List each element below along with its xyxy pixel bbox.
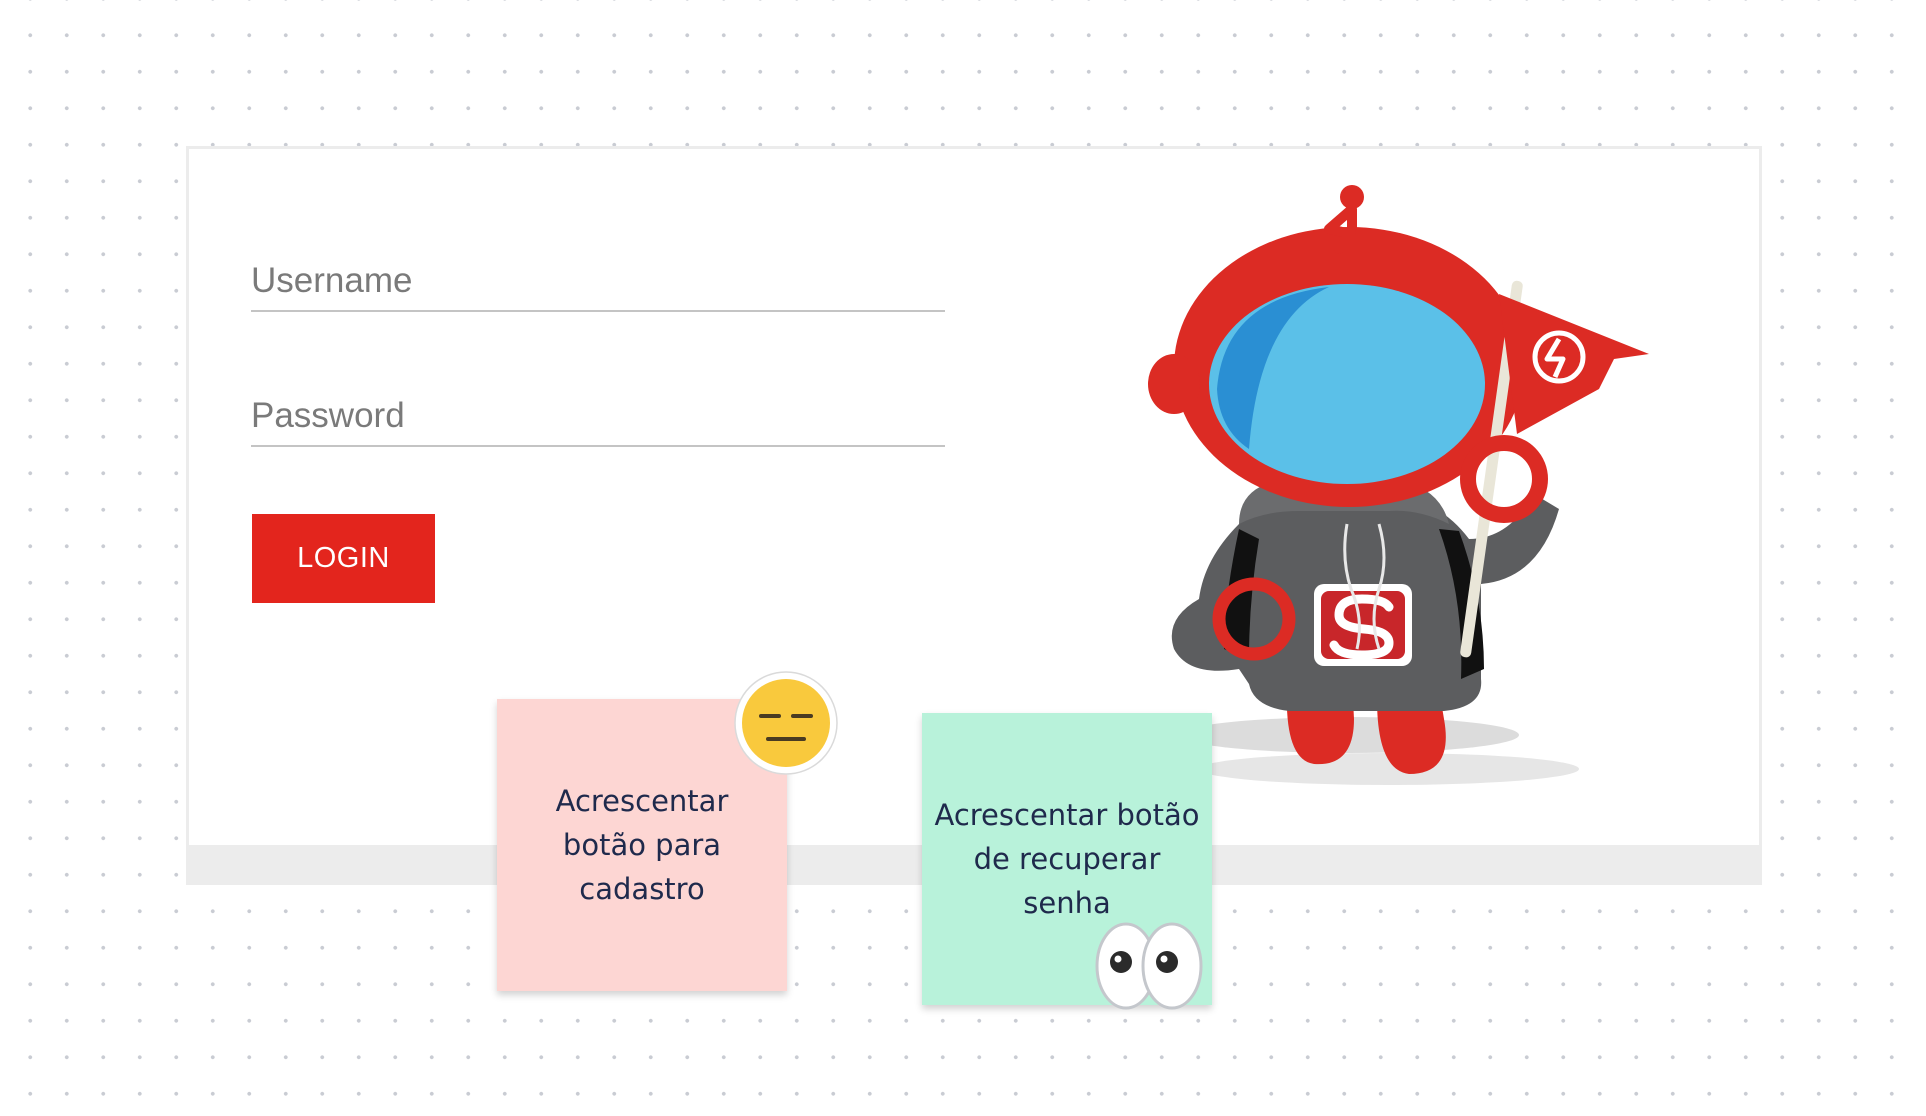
eyes-icon [1095,922,1203,1010]
sticky-note-text: Acrescentar botão de recuperar senha [934,798,1200,920]
expressionless-face-icon [734,671,838,775]
login-button[interactable]: LOGIN [252,514,435,603]
username-input[interactable] [251,252,945,310]
sticky-note-text: Acrescentar botão para cadastro [555,784,729,906]
password-input[interactable] [251,387,945,445]
username-field [251,252,945,312]
password-field [251,387,945,447]
